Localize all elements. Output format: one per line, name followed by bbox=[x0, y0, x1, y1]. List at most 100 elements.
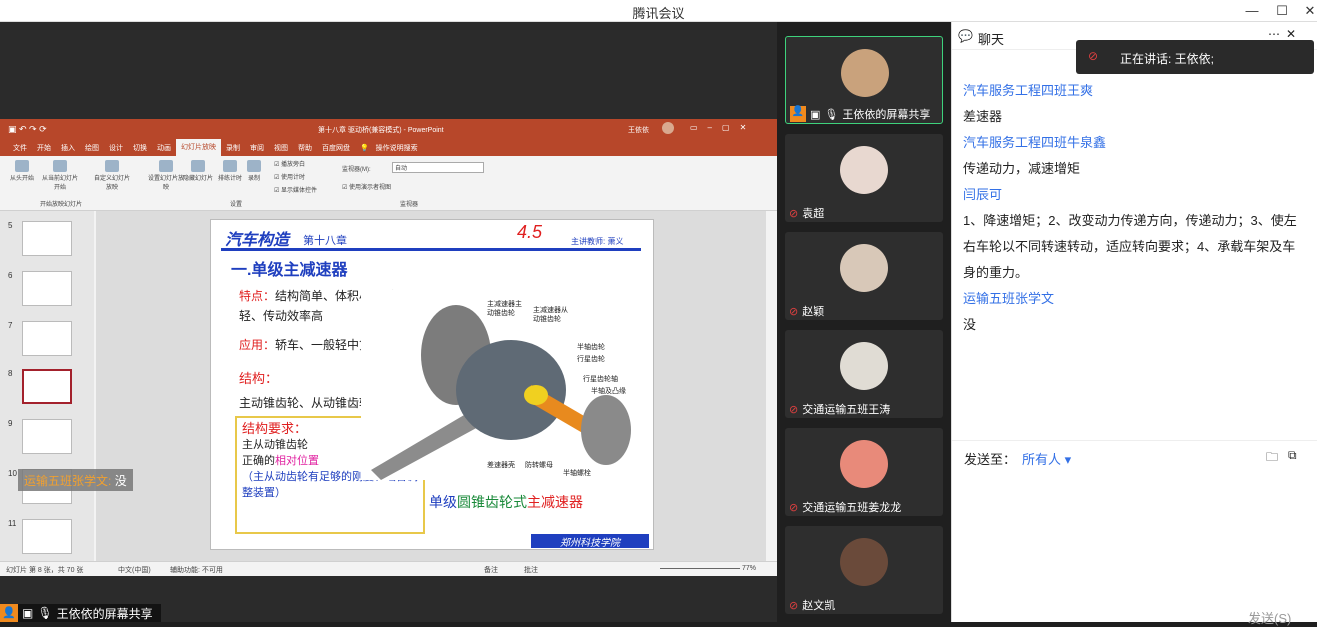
from-start-label: 从头开始 bbox=[9, 176, 34, 182]
setup-label: 设置幻灯片放映 bbox=[147, 176, 184, 191]
ppt-window-controls[interactable]: ▭–▢✕ bbox=[690, 123, 756, 132]
message-text: 没 bbox=[963, 317, 977, 332]
tab-transitions[interactable]: 切换 bbox=[128, 143, 152, 153]
play-icon bbox=[15, 160, 29, 172]
accessibility[interactable]: 辅助功能: 不可用 bbox=[170, 565, 223, 575]
maximize-icon[interactable]: ☐ bbox=[1270, 1, 1294, 21]
callout-label: 防转螺母 bbox=[525, 462, 553, 469]
custom-show-button[interactable]: 自定义幻灯片放映 bbox=[92, 158, 132, 191]
tab-file[interactable]: 文件 bbox=[8, 143, 32, 153]
from-current-label: 从当前幻灯片开始 bbox=[41, 176, 78, 191]
participant-tile[interactable]: ⊘ 赵文凯 bbox=[785, 526, 943, 614]
more-icon[interactable]: ⋯ bbox=[1268, 27, 1280, 41]
participant-name: 王依依的屏幕共享 bbox=[842, 109, 931, 121]
tab-insert[interactable]: 插入 bbox=[56, 143, 80, 153]
tab-home[interactable]: 开始 bbox=[32, 143, 56, 153]
callout-label: 半轴齿轮 bbox=[577, 344, 605, 351]
axle-flange bbox=[581, 395, 631, 465]
message-text: 右车轮以不同转速转动，适应转向要求；4、承载车架及车 bbox=[963, 239, 1296, 254]
zoom-slider[interactable] bbox=[660, 568, 740, 569]
tab-draw[interactable]: 绘图 bbox=[80, 143, 104, 153]
tab-help[interactable]: 帮助 bbox=[293, 143, 317, 153]
slide-number: 5 bbox=[8, 221, 13, 230]
participant-label: ⊘ 交通运输五班姜龙龙 bbox=[785, 498, 943, 516]
powerpoint-window: ▣ ↶ ↷ ⟳ 第十八章 驱动桥(兼容模式) - PowerPoint 王依依 … bbox=[0, 119, 777, 576]
hide-slide-button[interactable]: 隐藏幻灯片 bbox=[180, 158, 216, 182]
requirement-highlight: 相对位置 bbox=[275, 455, 319, 467]
zoom-level[interactable]: 77% bbox=[742, 565, 756, 572]
close-icon[interactable]: ✕ bbox=[1298, 1, 1317, 21]
from-start-button[interactable]: 从头开始 bbox=[4, 158, 40, 182]
tab-animations[interactable]: 动画 bbox=[152, 143, 176, 153]
mic-off-icon: ⊘ bbox=[789, 501, 799, 514]
window-title: 腾讯会议 bbox=[632, 6, 685, 21]
send-button[interactable]: 发送(S) bbox=[1248, 608, 1291, 627]
slide-thumbnail[interactable] bbox=[22, 419, 72, 454]
participant-list: 👤 ▣ 🎙 王依依的屏幕共享 ⊘ 袁超 ⊘ 赵颖 ⊘ 交通运输五班王涛 ⊘ 交通运输五班… bbox=[777, 22, 951, 622]
ppt-ribbon-tabs: 文件 开始 插入 绘图 设计 切换 动画 幻灯片放映 录制 审阅 视图 帮助 百… bbox=[0, 139, 777, 156]
save-icon[interactable]: ▣ ↶ ↷ ⟳ bbox=[8, 124, 47, 135]
tab-record[interactable]: 录制 bbox=[221, 143, 245, 153]
participant-label: 👤 ▣ 🎙 王依依的屏幕共享 bbox=[786, 105, 942, 123]
monitor-value: 自动 bbox=[395, 166, 408, 172]
tab-review[interactable]: 审阅 bbox=[245, 143, 269, 153]
send-to-label: 发送至： bbox=[964, 452, 1017, 467]
participant-tile[interactable]: ⊘ 交通运输五班姜龙龙 bbox=[785, 428, 943, 516]
caption-part: 单级 bbox=[429, 494, 457, 510]
slide-thumbnail-selected[interactable] bbox=[22, 369, 72, 404]
search-label: 操作说明搜索 bbox=[375, 144, 418, 152]
language[interactable]: 中文(中国) bbox=[118, 565, 151, 575]
slide-header: 汽车构造 bbox=[225, 232, 290, 249]
participant-tile[interactable]: 👤 ▣ 🎙 王依依的屏幕共享 bbox=[785, 36, 943, 124]
slide-thumbnail[interactable] bbox=[22, 221, 72, 256]
screenshot-icon[interactable]: ⧉ bbox=[1288, 448, 1297, 463]
participant-tile[interactable]: ⊘ 交通运输五班王涛 bbox=[785, 330, 943, 418]
message-text: 差速器 bbox=[963, 109, 1003, 124]
avatar bbox=[662, 122, 674, 134]
slide-number: 8 bbox=[8, 369, 13, 378]
message-sender: 汽车服务工程四班牛泉鑫 bbox=[963, 135, 1107, 150]
message-text: 1、降速增矩；2、改变动力传递方向，传递动力；3、使左 bbox=[963, 213, 1297, 228]
application-label: 应用： bbox=[239, 338, 276, 352]
slide-number: 7 bbox=[8, 321, 13, 330]
participant-tile[interactable]: ⊘ 赵颖 bbox=[785, 232, 943, 320]
group-label: 设置 bbox=[230, 202, 243, 208]
timing-checkbox[interactable]: ☑ 使用计时 bbox=[274, 172, 305, 181]
tab-search[interactable]: 💡 操作说明搜索 bbox=[355, 143, 428, 153]
slide-thumbnail[interactable] bbox=[22, 271, 72, 306]
tab-slideshow[interactable]: 幻灯片放映 bbox=[176, 139, 221, 156]
comments-button[interactable]: 批注 bbox=[524, 565, 538, 575]
chat-panel: 💬 聊天 ⋯ ✕ ⊘ 正在讲话: 王依依; 汽车服务工程四班王爽 差速器 汽车服… bbox=[951, 22, 1317, 626]
tab-view[interactable]: 视图 bbox=[269, 143, 293, 153]
avatar bbox=[840, 244, 888, 292]
message-input[interactable] bbox=[952, 470, 1317, 600]
slide-number: 11 bbox=[8, 519, 17, 528]
message-text: 身的重力。 bbox=[963, 265, 1029, 280]
notes-button[interactable]: 备注 bbox=[484, 565, 498, 575]
controls-checkbox[interactable]: ☑ 显示媒体控件 bbox=[274, 185, 317, 194]
tab-baidu[interactable]: 百度网盘 bbox=[317, 143, 355, 153]
narration-checkbox[interactable]: ☑ 播放旁白 bbox=[274, 159, 305, 168]
send-to-select[interactable]: 所有人 ▾ bbox=[1022, 449, 1071, 468]
folder-icon[interactable]: 🗀 bbox=[1266, 448, 1278, 469]
slide-chapter: 第十八章 bbox=[303, 235, 347, 247]
participant-tile[interactable]: ⊘ 袁超 bbox=[785, 134, 943, 222]
presenter-checkbox[interactable]: ☑ 使用演示者视图 bbox=[342, 182, 391, 191]
tab-design[interactable]: 设计 bbox=[104, 143, 128, 153]
requirement-text: 正确的 bbox=[242, 455, 275, 467]
diagram-caption: 单级圆锥齿轮式主减速器 bbox=[429, 492, 583, 512]
controls-label: 显示媒体控件 bbox=[281, 188, 318, 194]
minimize-icon[interactable]: — bbox=[1240, 1, 1264, 21]
participant-name: 袁超 bbox=[802, 208, 825, 220]
from-current-button[interactable]: 从当前幻灯片开始 bbox=[40, 158, 80, 191]
differential-diagram bbox=[361, 290, 651, 480]
monitor-select[interactable]: 自动 bbox=[392, 162, 484, 173]
record-button[interactable]: 录制 bbox=[241, 158, 267, 182]
slide-thumbnail[interactable] bbox=[22, 321, 72, 356]
mic-icon: 🎙 bbox=[37, 606, 53, 620]
slide-thumbnail[interactable] bbox=[22, 519, 72, 554]
close-icon[interactable]: ✕ bbox=[1286, 27, 1296, 41]
custom-show-icon bbox=[105, 160, 119, 172]
ribbon: 从头开始 从当前幻灯片开始 自定义幻灯片放映 开始放映幻灯片 设置幻灯片放映 隐… bbox=[0, 156, 777, 211]
mic-icon: 🎙 bbox=[824, 108, 839, 121]
